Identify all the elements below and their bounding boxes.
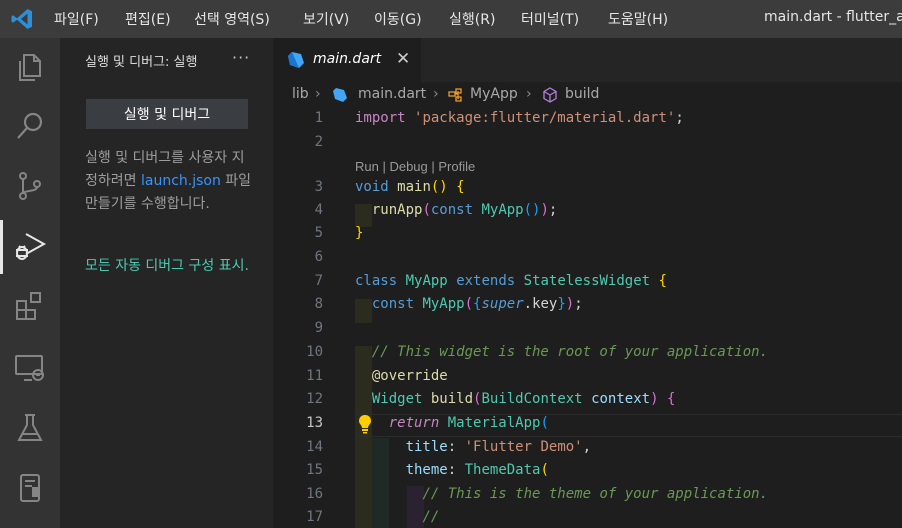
- code-line-12: Widget build(BuildContext context) {: [371, 391, 676, 407]
- launch-json-link[interactable]: launch.json: [141, 173, 221, 189]
- breadcrumb: lib › main.dart › MyApp › build: [273, 82, 902, 108]
- line-number: 4: [314, 202, 323, 218]
- line-number: 6: [314, 249, 323, 265]
- run-debug-icon[interactable]: [12, 228, 48, 264]
- run-debug-sidebar: 실행 및 디버그: 실행 ··· 실행 및 디버그 실행 및 디버그를 사용자 …: [60, 38, 352, 528]
- testing-icon[interactable]: [12, 410, 48, 446]
- code-line-14: title: 'Flutter Demo',: [405, 439, 592, 455]
- menu-view[interactable]: 보기(V): [303, 9, 349, 29]
- explorer-icon[interactable]: [12, 49, 48, 85]
- line-number: 10: [306, 344, 323, 360]
- menu-file[interactable]: 파일(F): [54, 9, 99, 29]
- editor: main.dart ✕ lib › main.dart › MyApp › bu…: [273, 38, 902, 528]
- code-line-10: // This widget is the root of your appli…: [371, 344, 769, 360]
- code-line-3: void main() {: [355, 179, 465, 195]
- line-number-active: 13: [306, 415, 323, 431]
- breadcrumb-build[interactable]: build: [565, 86, 599, 102]
- code-line-17: //: [422, 509, 440, 525]
- source-control-icon[interactable]: [12, 168, 48, 204]
- active-indicator: [0, 220, 3, 274]
- code-line-8: const MyApp({super.key});: [371, 296, 583, 312]
- tab-bar: main.dart ✕: [273, 38, 902, 82]
- show-all-configs-link[interactable]: 모든 자동 디버그 구성 표시.: [85, 255, 255, 278]
- class-symbol-icon: [448, 88, 462, 102]
- extensions-icon[interactable]: [12, 288, 48, 324]
- chevron-right-icon: ›: [315, 86, 321, 102]
- run-and-debug-button[interactable]: 실행 및 디버그: [86, 99, 248, 129]
- breadcrumb-main-dart[interactable]: main.dart: [358, 86, 426, 102]
- line-number: 8: [314, 296, 323, 312]
- breadcrumb-lib[interactable]: lib: [292, 86, 309, 102]
- activity-bar: [0, 38, 60, 528]
- line-number: 3: [314, 179, 323, 195]
- menu-terminal[interactable]: 터미널(T): [521, 9, 579, 29]
- sidebar-title: 실행 및 디버그: 실행: [85, 55, 198, 70]
- menu-help[interactable]: 도움말(H): [608, 9, 668, 29]
- close-icon[interactable]: ✕: [396, 49, 410, 69]
- menu-edit[interactable]: 편집(E): [125, 9, 171, 29]
- code-line-15: theme: ThemeData(: [405, 462, 549, 478]
- tab-label: main.dart: [313, 51, 382, 67]
- line-number: 17: [306, 509, 323, 525]
- sidebar-description: 실행 및 디버그를 사용자 지정하려면 launch.json 파일 만들기를 …: [85, 147, 255, 216]
- line-number: 2: [314, 134, 323, 150]
- vscode-logo-icon: [11, 9, 32, 29]
- menu-selection[interactable]: 선택 영역(S): [194, 9, 270, 29]
- code-line-1: import 'package:flutter/material.dart';: [355, 110, 684, 126]
- code-line-13: return MaterialApp(: [388, 415, 549, 431]
- menu-run[interactable]: 실행(R): [449, 9, 495, 29]
- line-number: 16: [306, 486, 323, 502]
- code-line-11: @override: [371, 368, 448, 384]
- flutter-icon[interactable]: [12, 470, 48, 506]
- chevron-right-icon: ›: [433, 86, 439, 102]
- tab-main-dart[interactable]: main.dart ✕: [273, 38, 421, 82]
- code-line-5: }: [355, 225, 364, 241]
- chevron-right-icon: ›: [526, 86, 532, 102]
- code-area[interactable]: 1 2 3 4 5 6 7 8 9 10 11 12 13 14 15 16 1…: [273, 108, 902, 528]
- title-bar: 파일(F) 편집(E) 선택 영역(S) 보기(V) 이동(G) 실행(R) 터…: [0, 0, 902, 38]
- line-number: 15: [306, 462, 323, 478]
- dart-file-icon: [288, 52, 304, 68]
- code-line-16: // This is the theme of your application…: [422, 486, 769, 502]
- code-line-4: runApp(const MyApp());: [371, 202, 558, 218]
- line-number: 5: [314, 225, 323, 241]
- code-line-7: class MyApp extends StatelessWidget {: [355, 273, 667, 289]
- line-number: 12: [306, 391, 323, 407]
- line-number: 1: [314, 110, 323, 126]
- line-number: 11: [306, 368, 323, 384]
- more-actions-button[interactable]: ···: [232, 48, 250, 67]
- line-number: 14: [306, 439, 323, 455]
- window-title: main.dart - flutter_ap: [764, 9, 902, 25]
- method-symbol-icon: [543, 87, 557, 103]
- codelens-run-debug-profile[interactable]: Run | Debug | Profile: [355, 159, 475, 174]
- search-icon[interactable]: [12, 108, 48, 144]
- breadcrumb-myapp[interactable]: MyApp: [470, 86, 518, 102]
- menu-go[interactable]: 이동(G): [374, 9, 422, 29]
- line-number: 9: [314, 320, 323, 336]
- remote-explorer-icon[interactable]: [12, 350, 48, 386]
- dart-file-icon: [333, 88, 347, 102]
- line-number: 7: [314, 273, 323, 289]
